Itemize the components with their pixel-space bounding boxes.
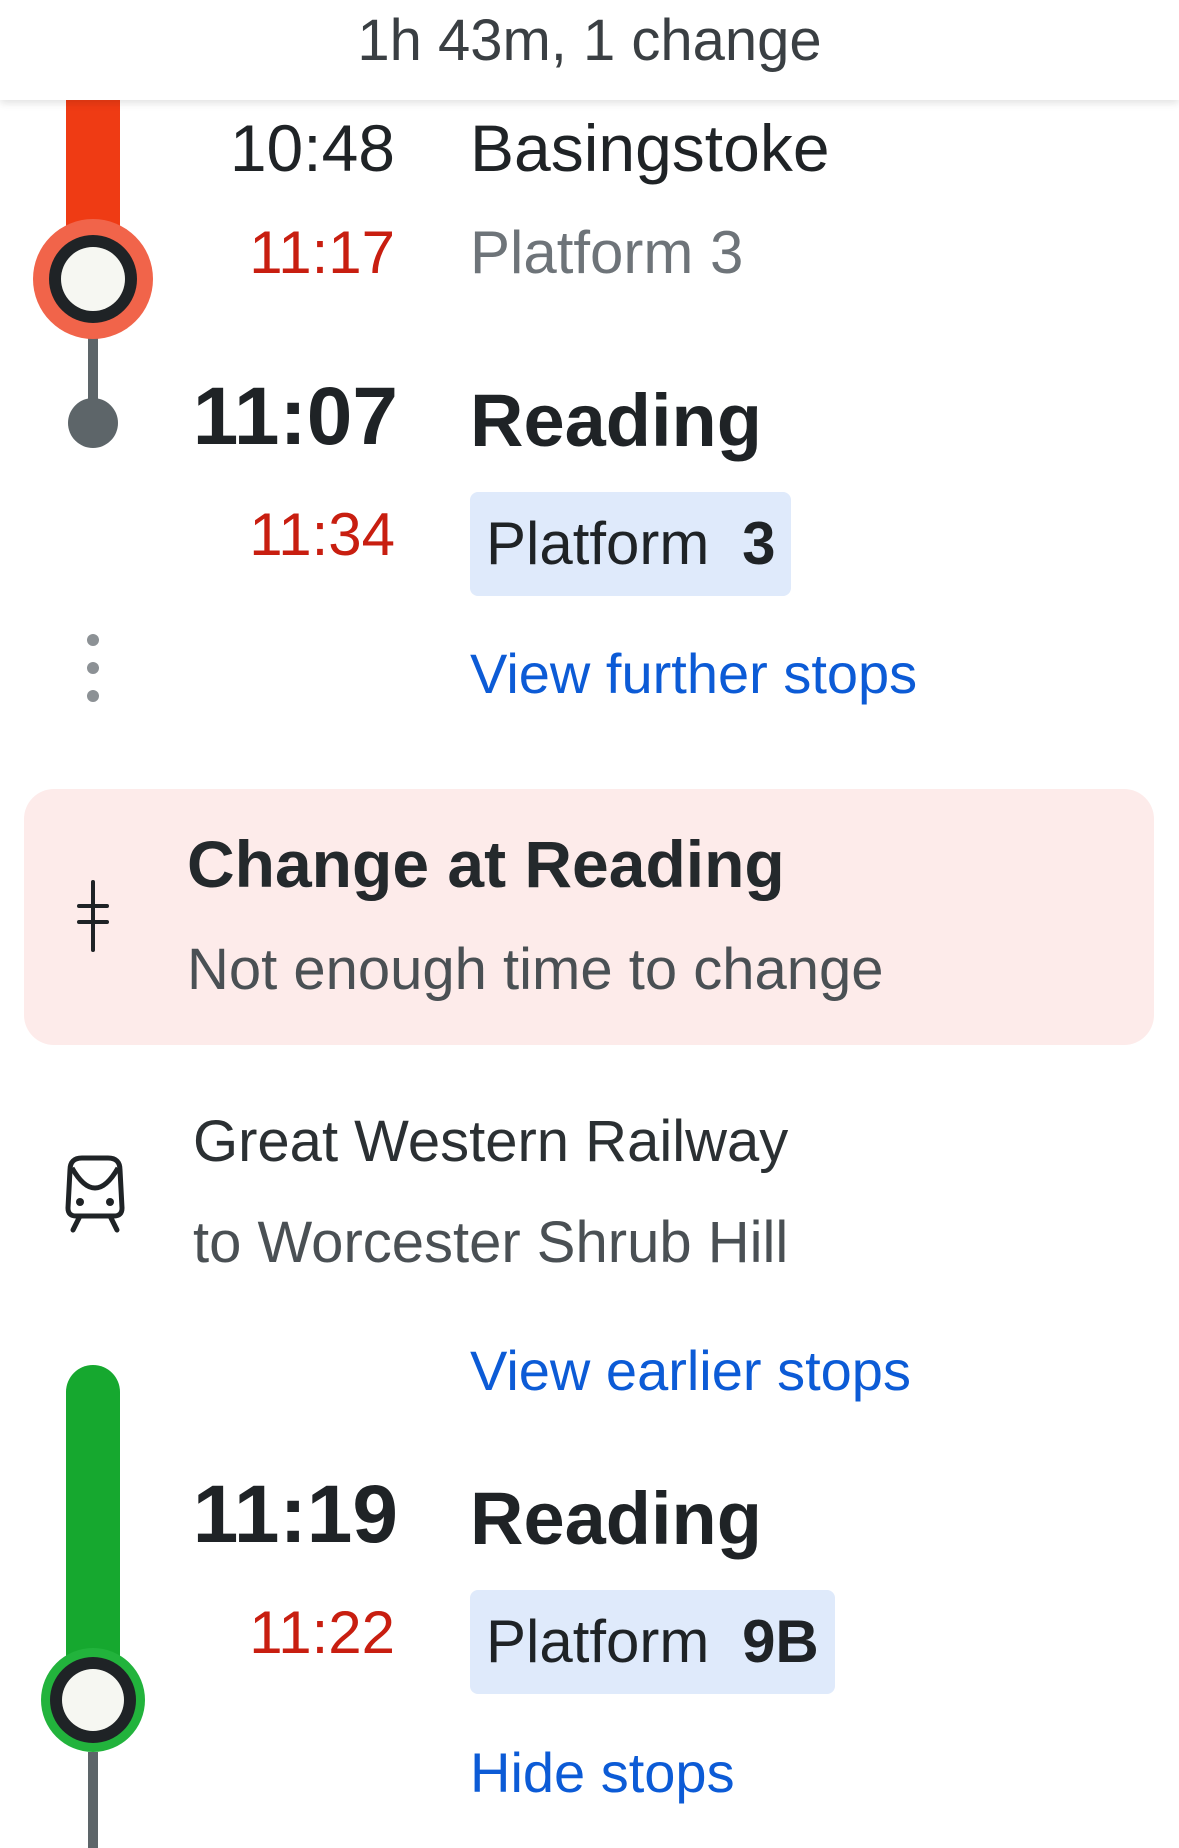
- leg2-continuation-line: [88, 1752, 98, 1848]
- reading-departure-expected-time: 11:22: [249, 1599, 395, 1666]
- train-destination: to Worcester Shrub Hill: [193, 1210, 789, 1275]
- platform-label: Platform: [486, 1608, 710, 1675]
- basingstoke-station-name: Basingstoke: [470, 111, 830, 185]
- reading-departure-station-name: Reading: [470, 1477, 762, 1560]
- reading-departure-platform-badge: Platform 9B: [470, 1590, 835, 1694]
- view-further-stops-link[interactable]: View further stops: [470, 641, 917, 706]
- more-stops-icon: [85, 634, 101, 718]
- leg1-stop-marker: [33, 219, 153, 339]
- alight-stop-dot: [68, 398, 118, 448]
- change-warning-text: Not enough time to change: [187, 937, 884, 1002]
- journey-summary: 1h 43m, 1 change: [357, 8, 822, 73]
- basingstoke-expected-time: 11:17: [249, 219, 395, 286]
- platform-number: 9B: [742, 1608, 819, 1675]
- basingstoke-scheduled-time: 10:48: [229, 111, 395, 185]
- journey-summary-header: 1h 43m, 1 change: [0, 0, 1179, 100]
- change-icon: [77, 880, 109, 952]
- reading-arrival-scheduled-time: 11:07: [192, 371, 398, 462]
- platform-number: 3: [742, 510, 776, 577]
- journey-details: 1h 43m, 1 change 10:48 11:17 Basingstoke…: [0, 0, 1179, 1848]
- leg2-board-stop-marker: [41, 1648, 145, 1752]
- train-icon: [65, 1155, 125, 1233]
- basingstoke-platform: Platform 3: [470, 219, 744, 286]
- reading-arrival-station-name: Reading: [470, 379, 762, 462]
- reading-arrival-platform-badge: Platform 3: [470, 492, 792, 596]
- operator-name: Great Western Railway: [193, 1109, 789, 1174]
- reading-arrival-expected-time: 11:34: [249, 501, 395, 568]
- reading-departure-scheduled-time: 11:19: [192, 1469, 398, 1560]
- platform-label: Platform: [486, 510, 710, 577]
- hide-stops-link[interactable]: Hide stops: [470, 1740, 735, 1805]
- change-title: Change at Reading: [187, 827, 785, 901]
- view-earlier-stops-link[interactable]: View earlier stops: [470, 1338, 911, 1403]
